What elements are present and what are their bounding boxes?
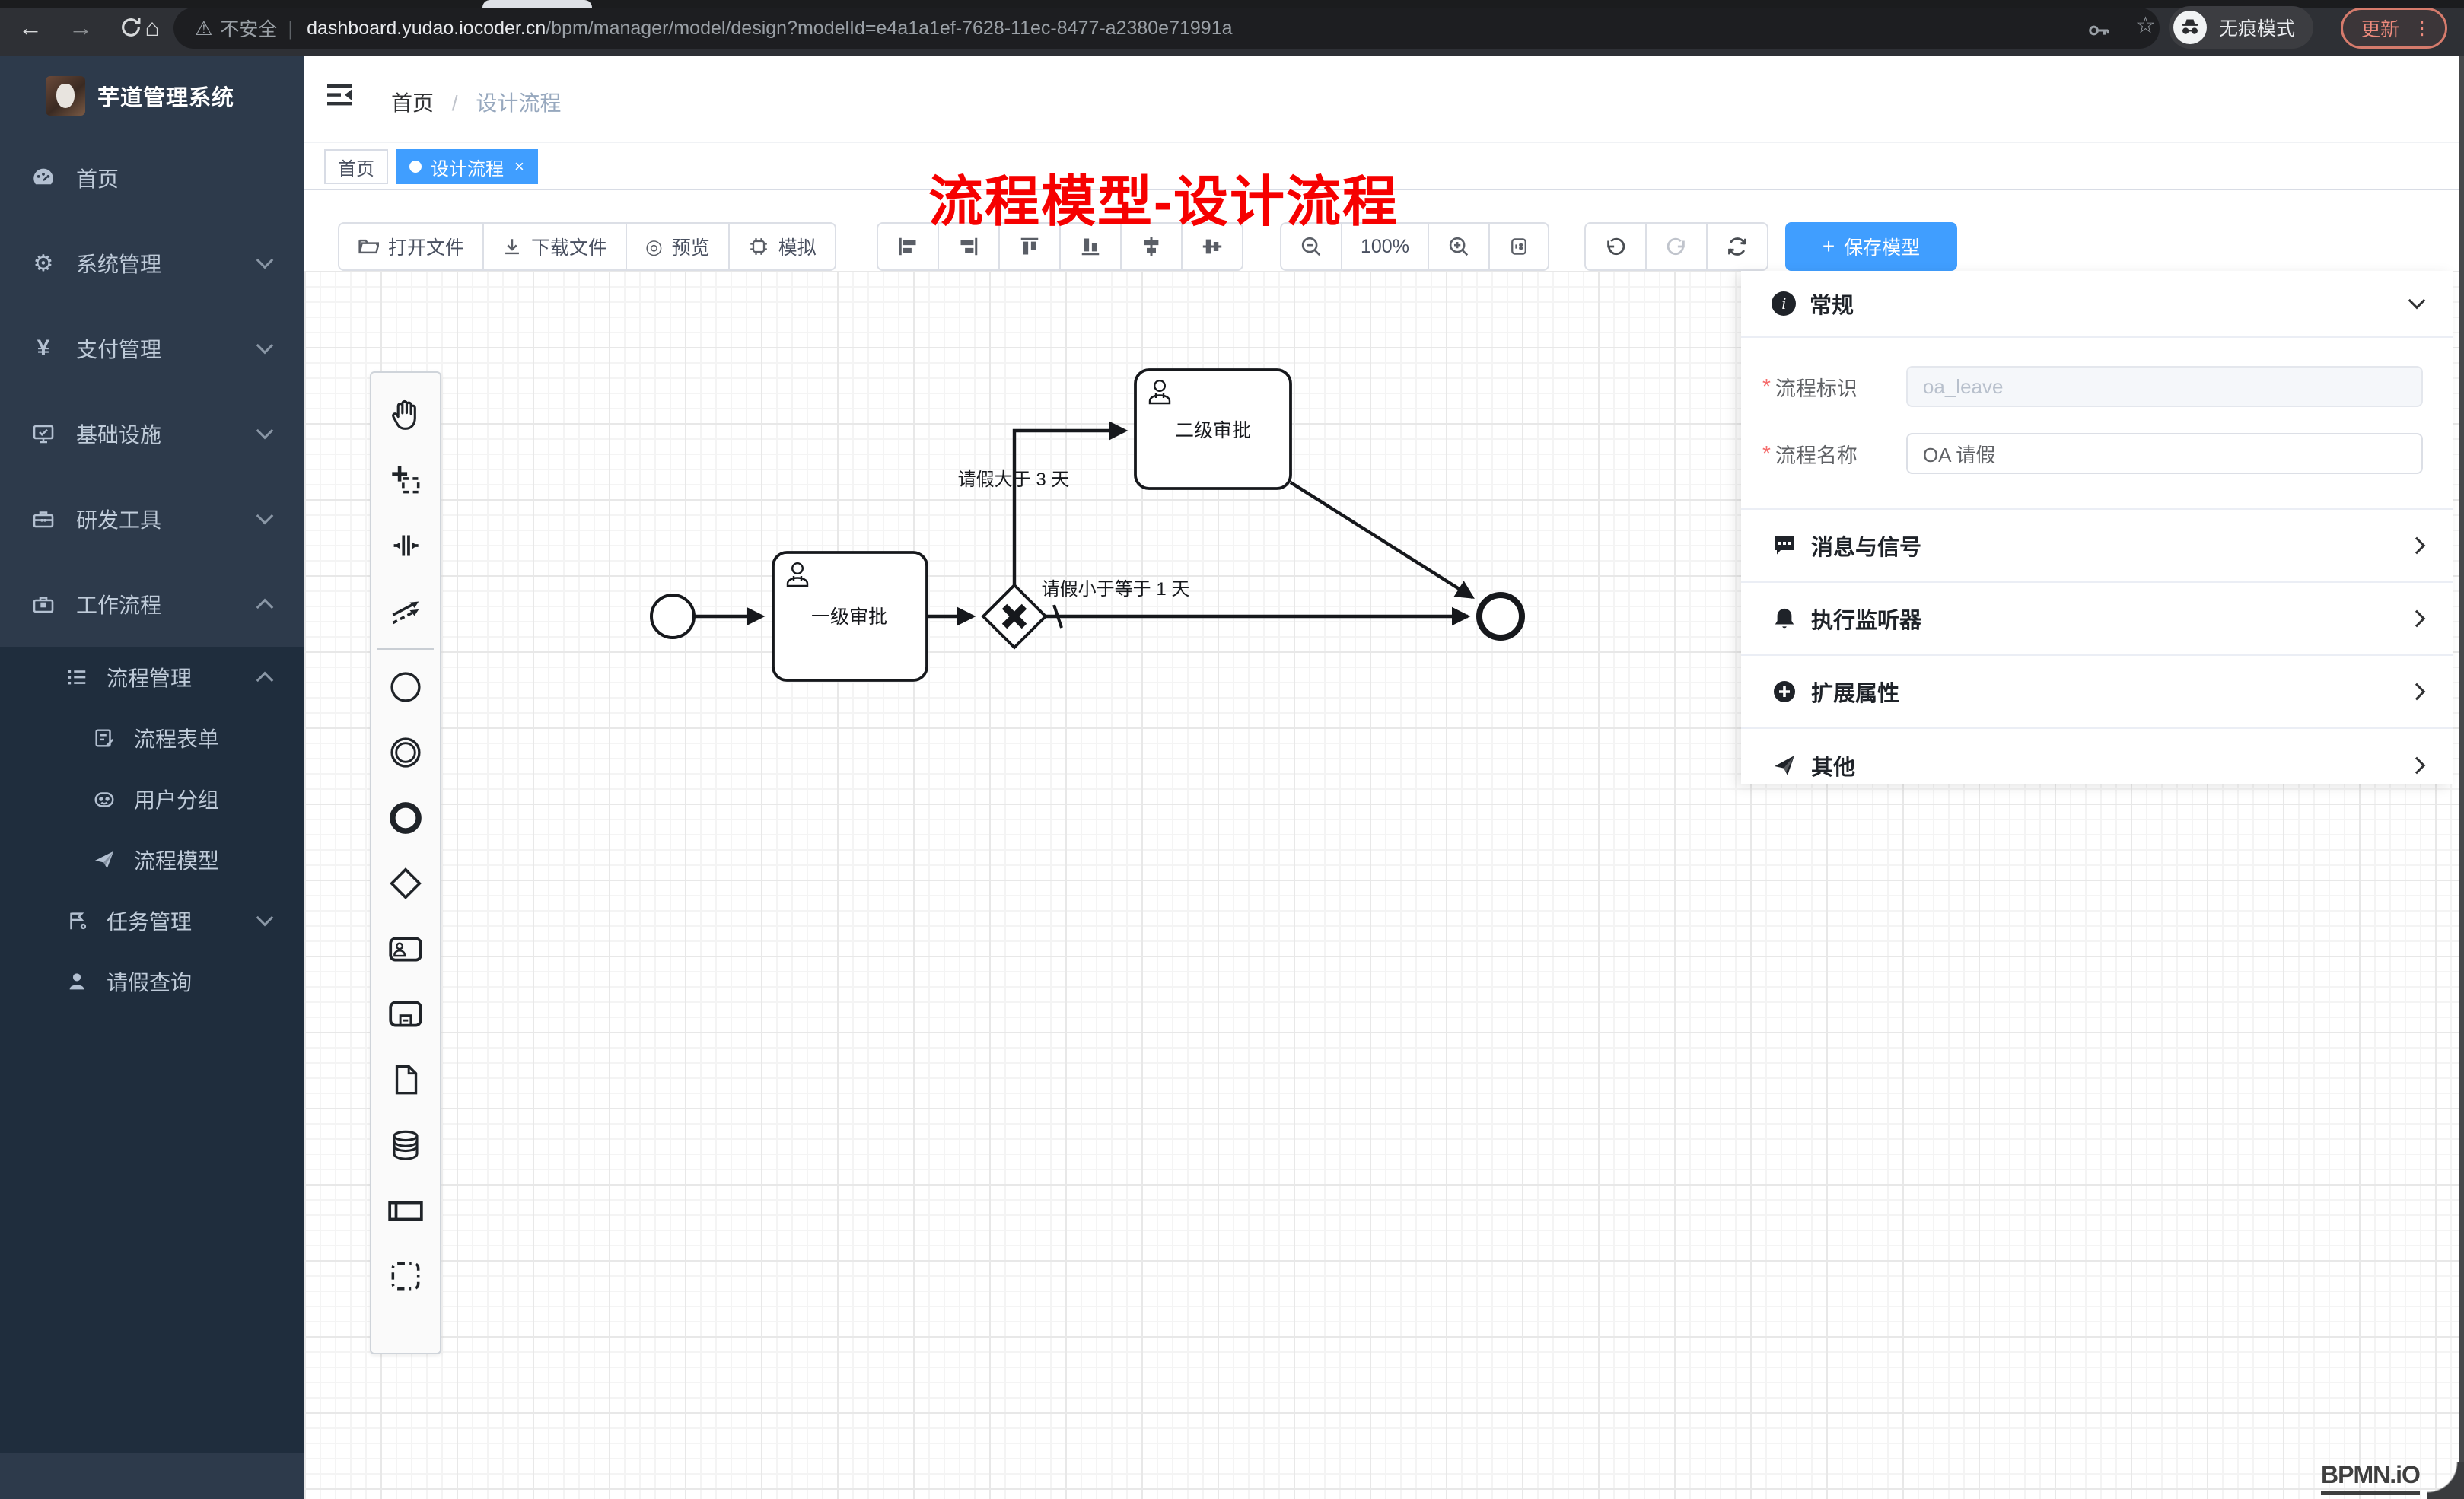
sidebar-item-label: 工作流程: [76, 589, 161, 619]
password-key-icon[interactable]: [2088, 18, 2111, 46]
sidebar-item-payment[interactable]: ¥ 支付管理: [0, 306, 304, 391]
breadcrumb-current: 设计流程: [476, 91, 561, 115]
url-host: dashboard.yudao.iocoder.cn: [307, 18, 546, 40]
home-icon[interactable]: ⌂: [134, 8, 170, 47]
chevron-down-icon: [256, 252, 274, 269]
chevron-down-icon: [256, 508, 274, 525]
browser-active-tab[interactable]: [482, 0, 592, 8]
gateway-exclusive[interactable]: [983, 585, 1046, 648]
chevron-up-icon: [256, 672, 274, 689]
sidebar: 芋道管理系统 首页 ⚙ 系统管理 ¥ 支付管理: [0, 56, 304, 1499]
sidebar-item-home[interactable]: 首页: [0, 135, 304, 221]
sidebar-item-leave-query[interactable]: 请假查询: [0, 951, 304, 1012]
collapse-menu-icon[interactable]: [327, 84, 353, 107]
update-label: 更新: [2361, 14, 2399, 42]
app-window: 芋道管理系统 首页 ⚙ 系统管理 ¥ 支付管理: [0, 56, 2464, 1499]
window-corner: [2427, 1462, 2464, 1499]
sidebar-item-label: 流程表单: [134, 723, 219, 753]
task-first-approval[interactable]: 一级审批: [773, 552, 927, 680]
paper-plane-icon: [91, 847, 117, 873]
flag-structure-icon: [64, 908, 90, 934]
sidebar-item-process-mgmt[interactable]: 流程管理: [0, 647, 304, 708]
end-event[interactable]: [1479, 595, 1522, 638]
task-second-approval[interactable]: 二级审批: [1135, 370, 1291, 489]
flow-label-le1: 请假小于等于 1 天: [1042, 579, 1190, 600]
active-dot-icon: [409, 161, 422, 173]
forward-icon[interactable]: →: [62, 8, 99, 47]
form-icon: [91, 725, 117, 751]
app-logo: [46, 76, 85, 116]
sidebar-item-infra[interactable]: 基础设施: [0, 391, 304, 476]
screen: ← → ⌂ ⚠ 不安全 | dashboard.yudao.iocoder.cn…: [0, 0, 2464, 1499]
window-edge: [2459, 56, 2464, 1499]
tab-label: 设计流程: [431, 154, 504, 180]
sidebar-item-label: 用户分组: [134, 784, 219, 814]
browser-tabstrip: [0, 0, 2464, 8]
monitor-icon: [30, 421, 56, 447]
user-icon: [64, 969, 90, 995]
app-logo-row[interactable]: 芋道管理系统: [0, 56, 304, 135]
list-icon: [64, 664, 90, 690]
sidebar-item-system[interactable]: ⚙ 系统管理: [0, 221, 304, 306]
flow-label-gt3: 请假大于 3 天: [958, 469, 1070, 490]
bpmn-diagram: 一级审批 二级审批: [304, 190, 2464, 1499]
update-button[interactable]: 更新 ⋮: [2341, 8, 2447, 49]
not-secure-icon: ⚠: [195, 17, 212, 40]
sidebar-item-label: 首页: [76, 163, 119, 193]
breadcrumb-home[interactable]: 首页: [391, 91, 434, 115]
sidebar-item-label: 流程管理: [107, 662, 192, 692]
back-icon[interactable]: ←: [12, 8, 49, 47]
start-event[interactable]: [651, 595, 694, 638]
page-header: 首页 / 设计流程 ? TT: [304, 56, 2464, 142]
sidebar-item-label: 请假查询: [107, 966, 192, 997]
sidebar-item-label: 系统管理: [76, 248, 161, 278]
task-label: 二级审批: [1175, 420, 1251, 441]
sidebar-submenu: 流程管理 流程表单 用户分组: [0, 647, 304, 1453]
sidebar-item-label: 研发工具: [76, 504, 161, 534]
tab-design-process[interactable]: 设计流程 ×: [396, 149, 538, 184]
incognito-icon: [2173, 11, 2207, 44]
tab-label: 首页: [338, 154, 374, 180]
sidebar-item-label: 流程模型: [134, 845, 219, 875]
sidebar-item-task-mgmt[interactable]: 任务管理: [0, 890, 304, 951]
dashboard-icon: [30, 165, 56, 191]
breadcrumb-separator: /: [452, 91, 458, 115]
tab-home[interactable]: 首页: [324, 149, 388, 184]
robot-face-icon: [91, 786, 117, 812]
sidebar-item-label: 支付管理: [76, 333, 161, 364]
gear-icon: ⚙: [30, 250, 56, 276]
briefcase-icon: [30, 591, 56, 617]
chevron-down-icon: [256, 909, 274, 927]
designer-content: 一级审批 二级审批: [304, 190, 2464, 1499]
sidebar-item-process-form[interactable]: 流程表单: [0, 708, 304, 769]
sidebar-item-label: 任务管理: [107, 905, 192, 936]
incognito-label: 无痕模式: [2219, 14, 2295, 41]
incognito-badge: 无痕模式: [2169, 6, 2313, 49]
close-icon[interactable]: ×: [514, 157, 524, 177]
yen-icon: ¥: [30, 336, 56, 361]
sidebar-item-user-group[interactable]: 用户分组: [0, 769, 304, 829]
url-path: /bpm/manager/model/design?modelId=e4a1a1…: [546, 18, 1232, 40]
annotation-title: 流程模型-设计流程: [928, 157, 1399, 237]
browser-chrome: ← → ⌂ ⚠ 不安全 | dashboard.yudao.iocoder.cn…: [0, 0, 2464, 56]
sidebar-item-process-model[interactable]: 流程模型: [0, 829, 304, 890]
bookmark-star-icon[interactable]: ☆: [2135, 12, 2156, 39]
sidebar-item-label: 基础设施: [76, 419, 161, 449]
browser-menu-icon[interactable]: ⋮: [2413, 18, 2431, 40]
sidebar-item-devtools[interactable]: 研发工具: [0, 476, 304, 562]
flow-task2-to-end[interactable]: [1291, 482, 1472, 597]
sidebar-filler: [0, 1012, 304, 1453]
app-title: 芋道管理系统: [97, 80, 234, 112]
not-secure-label: 不安全: [220, 14, 277, 42]
chevron-down-icon: [256, 337, 274, 355]
chevron-down-icon: [256, 422, 274, 440]
url-bar[interactable]: ⚠ 不安全 | dashboard.yudao.iocoder.cn/bpm/m…: [173, 8, 2160, 49]
url-divider: |: [288, 17, 293, 40]
flow-gateway-to-task2[interactable]: [1014, 431, 1125, 585]
breadcrumb: 首页 / 设计流程: [391, 87, 561, 117]
chevron-up-icon: [256, 599, 274, 616]
toolbox-icon: [30, 506, 56, 532]
sidebar-item-workflow[interactable]: 工作流程: [0, 562, 304, 647]
task-label: 一级审批: [811, 606, 887, 628]
